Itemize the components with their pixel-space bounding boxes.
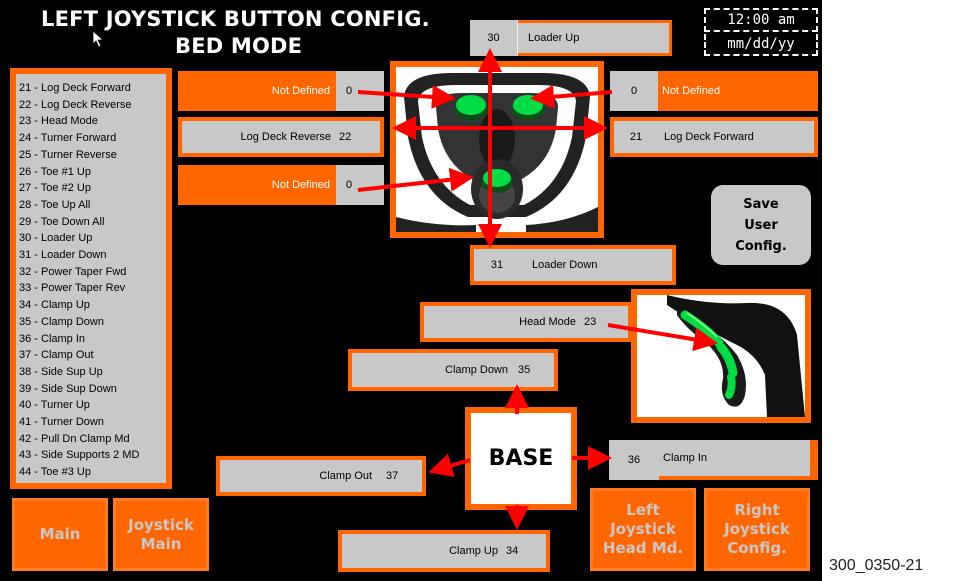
top-right-number: 0 — [610, 71, 658, 111]
clamp-up-label: Clamp Up — [342, 534, 502, 568]
legend-item: 23 - Head Mode — [19, 115, 98, 128]
legend-item: 34 - Clamp Up — [19, 299, 90, 312]
hmi-screen: LEFT JOYSTICK BUTTON CONFIG. BED MODE 12… — [0, 0, 822, 581]
clamp-up-number: 34 — [502, 534, 546, 568]
loader-up-number: 30 — [470, 20, 518, 56]
legend-item: 42 - Pull Dn Clamp Md — [19, 432, 130, 445]
left-joystick-head-mode-button[interactable]: Left Joystick Head Md. — [590, 488, 696, 571]
legend-item: 28 - Toe Up All — [19, 198, 91, 211]
joystick-main-button[interactable]: Joystick Main — [113, 498, 209, 571]
bottom-left-button-field[interactable]: Not Defined 0 — [178, 165, 384, 205]
clamp-down-number: 35 — [512, 353, 554, 387]
legend-item: 29 - Toe Down All — [19, 215, 105, 228]
legend-list: 21 - Log Deck Forward 22 - Log Deck Rever… — [16, 74, 166, 483]
clamp-up-field[interactable]: Clamp Up 34 — [338, 530, 550, 572]
main-button[interactable]: Main — [12, 498, 108, 571]
clock-time: 12:00 am — [704, 8, 818, 32]
bottom-left-label: Not Defined — [178, 165, 336, 205]
function-legend: 21 - Log Deck Forward 22 - Log Deck Rever… — [10, 68, 172, 489]
figure-code: 300_0350-21 — [829, 557, 924, 574]
top-left-button-field[interactable]: Not Defined 0 — [178, 71, 384, 111]
loader-up-label: Loader Up — [518, 20, 672, 56]
mid-right-button-field[interactable]: 21 Log Deck Forward — [610, 117, 818, 157]
joystick-top-view — [390, 61, 604, 238]
top-left-number: 0 — [336, 71, 384, 111]
mouse-cursor-icon — [92, 30, 105, 48]
loader-up-field[interactable]: 30 Loader Up — [470, 20, 672, 56]
mid-right-number: 21 — [614, 121, 658, 153]
right-joystick-config-button[interactable]: Right Joystick Config. — [704, 488, 810, 571]
legend-item: 37 - Clamp Out — [19, 349, 94, 362]
legend-item: 27 - Toe #2 Up — [19, 182, 91, 195]
legend-item: 35 - Clamp Down — [19, 315, 104, 328]
green-button-top-left — [456, 95, 486, 115]
top-right-button-field[interactable]: 0 Not Defined — [610, 71, 818, 111]
legend-item: 30 - Loader Up — [19, 232, 93, 245]
legend-item: 24 - Turner Forward — [19, 132, 117, 145]
page-title-line1: LEFT JOYSTICK BUTTON CONFIG. — [41, 7, 430, 31]
legend-item: 32 - Power Taper Fwd — [19, 265, 127, 278]
legend-item: 36 - Clamp In — [19, 332, 86, 345]
clamp-out-label: Clamp Out — [220, 460, 376, 492]
base-label: BASE — [471, 413, 571, 504]
legend-item: 31 - Loader Down — [19, 249, 107, 262]
legend-item: 21 - Log Deck Forward — [19, 82, 131, 94]
mid-left-button-field[interactable]: Log Deck Reverse 22 — [178, 117, 384, 157]
head-mode-number: 23 — [580, 306, 628, 338]
clamp-in-field[interactable]: 36 Clamp In — [609, 440, 818, 480]
clamp-in-number: 36 — [609, 440, 659, 480]
clamp-down-label: Clamp Down — [352, 353, 512, 387]
mid-right-label: Log Deck Forward — [658, 121, 814, 153]
joystick-side-illustration — [637, 295, 805, 417]
page-title-line2: BED MODE — [175, 34, 303, 58]
legend-item: 33 - Power Taper Rev — [19, 282, 126, 295]
top-left-label: Not Defined — [178, 71, 336, 111]
legend-item: 39 - Side Sup Down — [19, 382, 117, 395]
legend-item: 43 - Side Supports 2 MD — [19, 449, 140, 462]
legend-item: 22 - Log Deck Reverse — [19, 98, 132, 111]
legend-item: 41 - Turner Down — [19, 416, 104, 429]
loader-down-field[interactable]: 31 Loader Down — [470, 245, 676, 285]
bottom-left-number: 0 — [336, 165, 384, 205]
clamp-down-field[interactable]: Clamp Down 35 — [348, 349, 558, 391]
legend-item: 40 - Turner Up — [19, 399, 90, 412]
legend-item: 38 - Side Sup Up — [19, 365, 103, 378]
mid-left-number: 22 — [335, 121, 380, 153]
legend-item: 26 - Toe #1 Up — [19, 165, 91, 178]
mid-left-label: Log Deck Reverse — [182, 121, 335, 153]
save-user-config-button[interactable]: Save User Config. — [711, 185, 811, 265]
loader-down-number: 31 — [474, 249, 520, 281]
clamp-out-number: 37 — [376, 460, 422, 492]
joystick-grip-illustration — [396, 67, 598, 232]
legend-item: 25 - Turner Reverse — [19, 148, 117, 161]
head-mode-label: Head Mode — [424, 306, 580, 338]
green-button-top-right — [513, 95, 543, 115]
head-mode-field[interactable]: Head Mode 23 — [420, 302, 632, 342]
clock-date: mm/dd/yy — [704, 34, 818, 56]
green-button-bottom — [483, 169, 511, 187]
clamp-in-label: Clamp In — [659, 440, 818, 480]
joystick-side-view — [631, 289, 811, 423]
clamp-out-field[interactable]: Clamp Out 37 — [216, 456, 426, 496]
base-box: BASE — [465, 407, 577, 510]
top-right-label: Not Defined — [658, 71, 818, 111]
legend-item: 44 - Toe #3 Up — [19, 466, 91, 479]
loader-down-label: Loader Down — [520, 249, 672, 281]
